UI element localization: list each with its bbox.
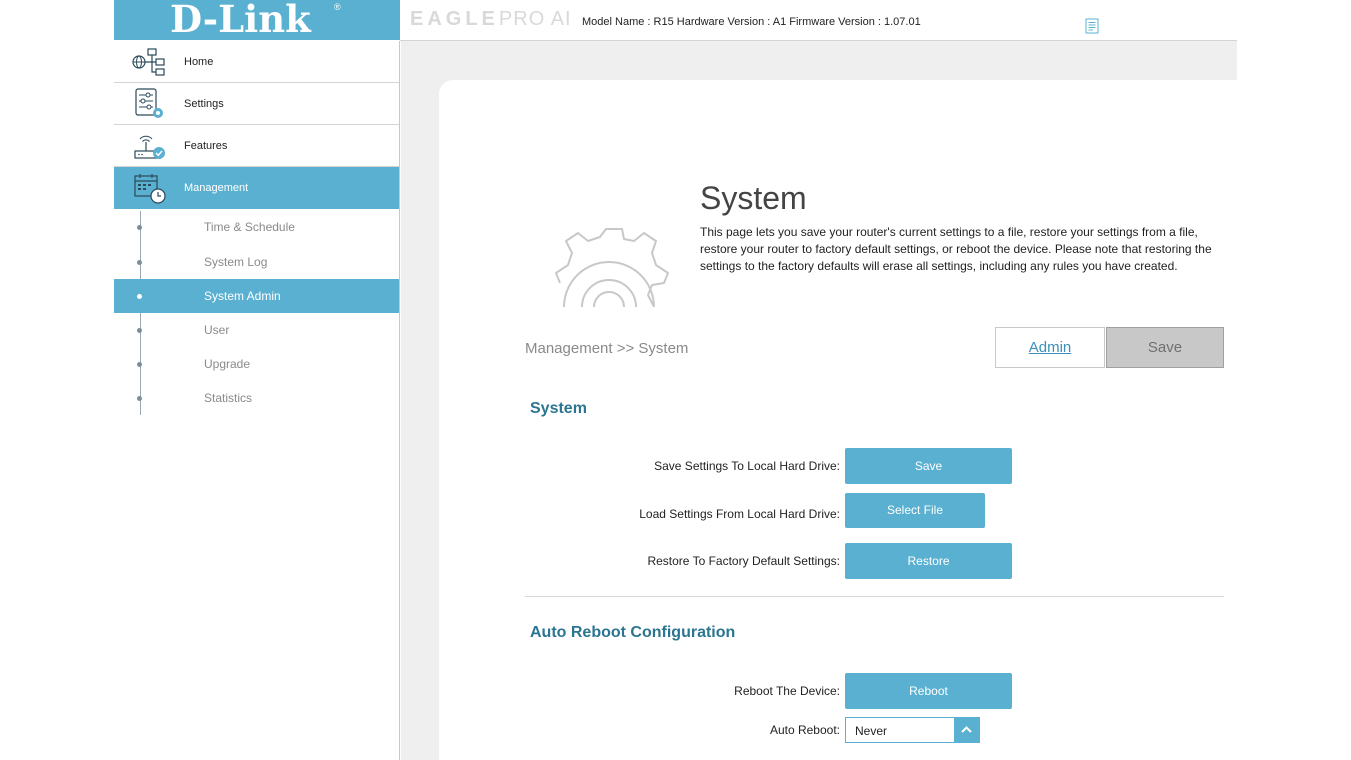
router-check-icon (134, 135, 165, 159)
auto-reboot-section-title: Auto Reboot Configuration (530, 624, 736, 641)
restore-defaults-label: Restore To Factory Default Settings: (647, 554, 840, 568)
home-network-icon (132, 48, 165, 76)
chevron-up-icon (961, 726, 972, 733)
gear-icon (555, 228, 669, 307)
sidebar-item-features[interactable]: Features (114, 125, 399, 167)
eagle-text: EAGLE (410, 8, 499, 30)
reboot-device-label: Reboot The Device: (734, 684, 840, 698)
select-file-button[interactable]: Select File (845, 493, 985, 528)
admin-link[interactable]: Admin (996, 328, 1104, 368)
tree-node-dot (137, 362, 142, 367)
restore-button[interactable]: Restore (845, 543, 1012, 579)
section-divider (525, 596, 1224, 597)
tree-node-dot (137, 328, 142, 333)
tree-node-dot (137, 260, 142, 265)
pro-ai-text: PRO AI (498, 8, 572, 30)
model-info: Model Name : R15 Hardware Version : A1 F… (582, 16, 921, 28)
sidebar-item-home[interactable]: Home (114, 41, 399, 83)
document-icon[interactable] (1085, 18, 1099, 34)
admin-tab-button[interactable]: Admin (995, 327, 1105, 368)
subitem-label: Time & Schedule (204, 220, 295, 234)
sidebar-item-label: Management (184, 182, 249, 194)
sidebar-item-label: Settings (184, 98, 224, 110)
subitem-user[interactable]: User (114, 313, 399, 347)
subitem-upgrade[interactable]: Upgrade (114, 347, 399, 381)
page-title: System (700, 180, 807, 216)
load-settings-label: Load Settings From Local Hard Drive: (639, 507, 840, 521)
dropdown-toggle[interactable] (954, 718, 979, 742)
save-settings-label: Save Settings To Local Hard Drive: (654, 459, 840, 473)
auto-reboot-label: Auto Reboot: (769, 723, 840, 737)
logo-text: D-Link (170, 0, 311, 41)
settings-sliders-icon (135, 88, 163, 118)
tree-node-dot (137, 294, 142, 299)
save-page-button[interactable]: Save (1106, 327, 1224, 368)
system-section-title: System (530, 400, 587, 417)
subitem-system-admin[interactable]: System Admin (114, 279, 399, 313)
subitem-time-schedule[interactable]: Time & Schedule (114, 210, 399, 244)
tree-node-dot (137, 225, 142, 230)
tree-node-dot (137, 396, 142, 401)
auto-reboot-select[interactable]: Never (845, 717, 980, 743)
sidebar-item-label: Home (184, 56, 214, 68)
top-bar: EAGLEPRO AI Model Name : R15 Hardware Ve… (400, 0, 1237, 41)
content-card (439, 80, 1237, 760)
calendar-clock-icon (134, 174, 166, 204)
subitem-system-log[interactable]: System Log (114, 245, 399, 279)
subitem-label: System Admin (204, 289, 281, 303)
dlink-logo: D-Link ® (114, 0, 400, 41)
save-settings-button[interactable]: Save (845, 448, 1012, 484)
save-page-label: Save (1147, 339, 1183, 356)
subitem-label: Statistics (204, 391, 253, 405)
sidebar: Home Settings Features Management Time &… (114, 41, 400, 760)
sidebar-item-management[interactable]: Management (114, 167, 399, 209)
sidebar-item-settings[interactable]: Settings (114, 83, 399, 125)
sidebar-item-label: Features (184, 140, 228, 152)
subitem-label: User (204, 323, 230, 337)
registered-mark: ® (334, 2, 341, 12)
auto-reboot-value: Never (855, 724, 888, 738)
eagle-pro-ai-logo: EAGLEPRO AI (410, 8, 572, 31)
subitem-label: Upgrade (204, 357, 251, 371)
subitem-label: System Log (204, 255, 268, 269)
reboot-button[interactable]: Reboot (845, 673, 1012, 709)
page-description: This page lets you save your router's cu… (700, 225, 1212, 273)
subitem-statistics[interactable]: Statistics (114, 381, 399, 415)
breadcrumb: Management >> System (525, 340, 689, 357)
